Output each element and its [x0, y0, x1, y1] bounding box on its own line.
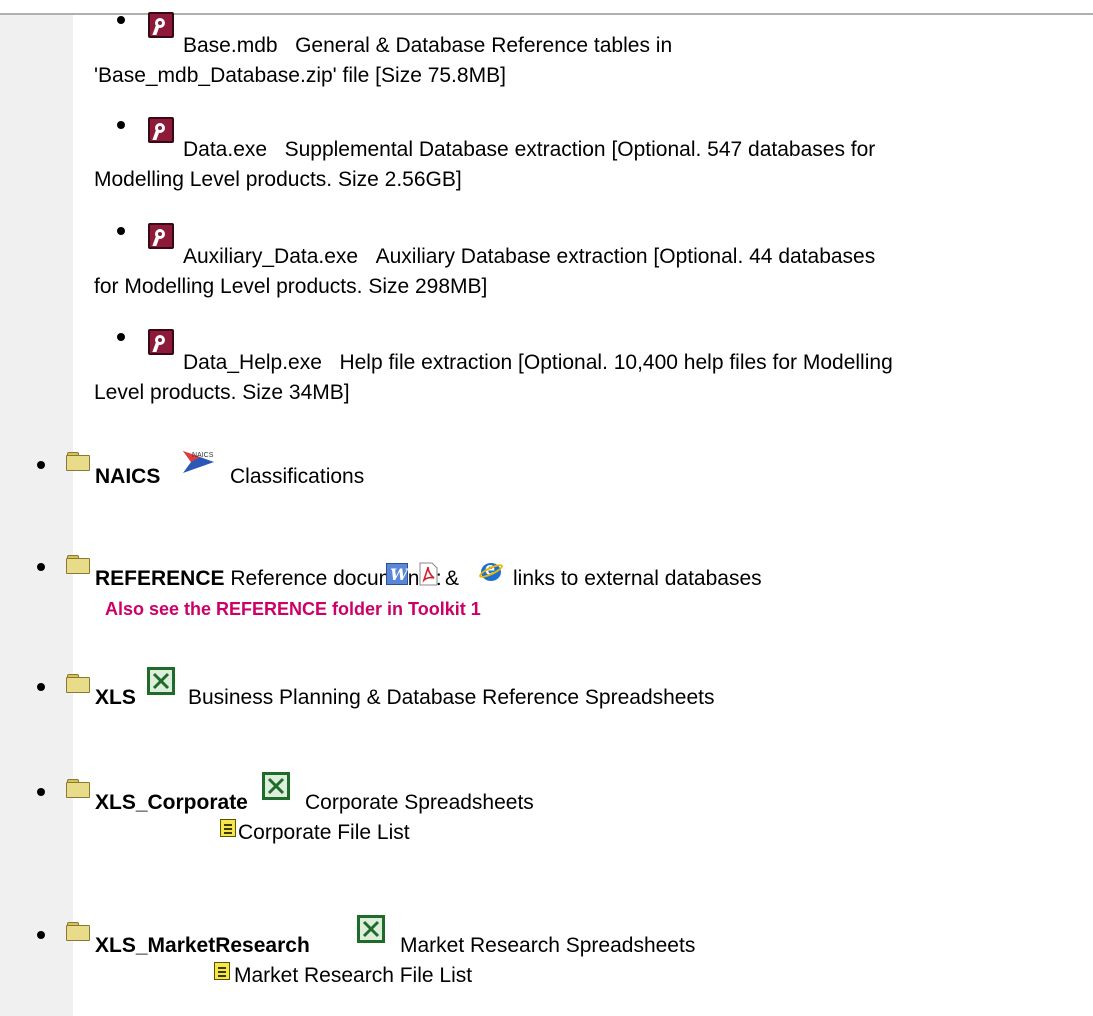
file-description: Supplemental Database extraction [Option… [284, 138, 876, 161]
folder-link-xls-corporate[interactable]: XLS_Corporate [95, 791, 248, 815]
file-list-link-marketresearch[interactable]: Market Research File List [234, 964, 472, 988]
file-list-icon[interactable] [214, 962, 230, 980]
internet-explorer-icon[interactable]: e [477, 559, 505, 583]
folder-icon[interactable] [66, 674, 90, 693]
list-item: Base.mdb General & Database Reference ta… [183, 34, 672, 58]
file-description-cont: Level products. Size 34MB] [94, 381, 350, 404]
access-database-icon[interactable] [148, 117, 174, 143]
folder-link-xls[interactable]: XLS [95, 686, 136, 710]
list-item: Auxiliary_Data.exe Auxiliary Database ex… [183, 245, 875, 269]
svg-text:NAICS: NAICS [192, 452, 214, 459]
bullet-icon [37, 563, 45, 571]
folder-icon[interactable] [66, 555, 90, 574]
file-description: General & Database Reference tables in [295, 34, 673, 57]
folder-icon[interactable] [66, 452, 90, 471]
folder-icon[interactable] [66, 922, 90, 941]
folder-description-suffix: links to external databases [513, 567, 762, 590]
folder-description: Market Research Spreadsheets [400, 934, 696, 957]
file-description-cont: for Modelling Level products. Size 298MB… [94, 275, 488, 298]
list-item: Data.exe Supplemental Database extractio… [183, 138, 875, 162]
ampersand-text: & [445, 567, 460, 590]
bullet-icon [37, 461, 45, 469]
file-link-auxiliary-data-exe[interactable]: Auxiliary_Data.exe [183, 245, 358, 268]
folder-icon[interactable] [66, 779, 90, 798]
folder-link-xls-marketresearch[interactable]: XLS_MarketResearch [95, 934, 310, 958]
bullet-icon [117, 121, 125, 129]
excel-spreadsheet-icon[interactable] [147, 667, 175, 695]
reference-note: Also see the REFERENCE folder in Toolkit… [105, 599, 481, 619]
file-description: Help file extraction [Optional. 10,400 h… [339, 351, 893, 374]
file-description: Auxiliary Database extraction [Optional.… [375, 245, 876, 268]
naics-logo-icon[interactable]: NAICS [180, 447, 216, 477]
excel-spreadsheet-icon[interactable] [357, 915, 385, 943]
folder-description: Reference documents: [230, 567, 442, 590]
bullet-icon [117, 16, 125, 24]
list-item: Data_Help.exe Help file extraction [Opti… [183, 351, 893, 375]
file-link-data-help-exe[interactable]: Data_Help.exe [183, 351, 322, 374]
bullet-icon [117, 227, 125, 235]
folder-description: Classifications [230, 465, 365, 488]
access-database-icon[interactable] [148, 329, 174, 355]
file-list-icon[interactable] [220, 819, 236, 837]
file-description-cont: Modelling Level products. Size 2.56GB] [94, 168, 462, 191]
bullet-icon [37, 931, 45, 939]
folder-description: Corporate Spreadsheets [305, 791, 534, 814]
file-link-data-exe[interactable]: Data.exe [183, 138, 267, 161]
file-description-cont: 'Base_mdb_Database.zip' file [Size 75.8M… [94, 64, 506, 87]
excel-spreadsheet-icon[interactable] [262, 772, 290, 800]
access-database-icon[interactable] [148, 223, 174, 249]
folder-description: Business Planning & Database Reference S… [188, 686, 715, 709]
folder-link-naics[interactable]: NAICS [95, 465, 160, 489]
word-doc-icon[interactable]: W [386, 563, 408, 585]
left-margin-strip [0, 15, 73, 1016]
file-link-base-mdb[interactable]: Base.mdb [183, 34, 278, 57]
pdf-icon[interactable] [417, 562, 439, 586]
folder-link-reference[interactable]: REFERENCE [95, 567, 225, 590]
bullet-icon [117, 333, 125, 341]
bullet-icon [37, 683, 45, 691]
access-database-icon[interactable] [148, 12, 174, 38]
file-list-link-corporate[interactable]: Corporate File List [238, 821, 410, 845]
bullet-icon [37, 788, 45, 796]
